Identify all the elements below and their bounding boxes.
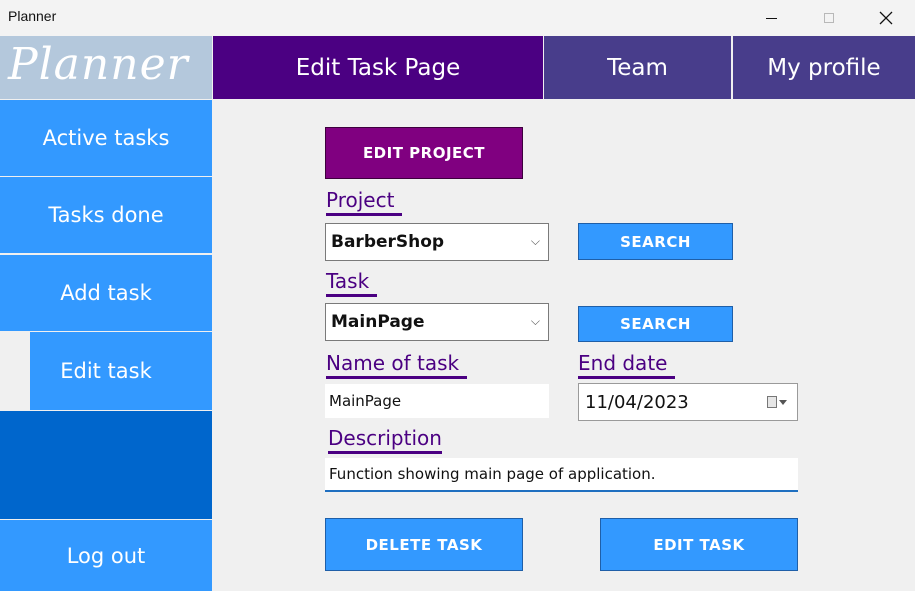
end-date-label: End date <box>578 350 676 379</box>
chevron-down-icon: ⌵ <box>530 234 540 248</box>
close-button[interactable] <box>857 0 915 36</box>
tab-team[interactable]: Team <box>544 36 731 99</box>
sidebar-item-tasks-done[interactable]: Tasks done <box>0 177 212 253</box>
maximize-button[interactable] <box>800 0 858 36</box>
sidebar-item-add-task[interactable]: Add task <box>0 255 212 331</box>
end-date-picker[interactable]: 11/04/2023 <box>578 383 798 421</box>
search-task-button[interactable]: SEARCH <box>578 306 733 342</box>
tab-my-profile[interactable]: My profile <box>733 36 915 99</box>
end-date-value: 11/04/2023 <box>585 391 689 413</box>
edit-task-button[interactable]: EDIT TASK <box>600 518 798 571</box>
app-logo: Planner <box>0 36 212 99</box>
window-title: Planner <box>8 8 57 24</box>
task-label: Task <box>326 268 378 297</box>
task-select[interactable]: MainPage ⌵ <box>325 303 549 341</box>
sidebar-spacer <box>0 411 212 519</box>
chevron-down-icon: ⌵ <box>530 314 540 328</box>
edit-project-button[interactable]: EDIT PROJECT <box>325 127 523 179</box>
name-of-task-label: Name of task <box>326 350 468 379</box>
maximize-icon <box>824 13 834 23</box>
project-select[interactable]: BarberShop ⌵ <box>325 223 549 261</box>
title-bar: Planner <box>0 0 915 36</box>
minimize-button[interactable] <box>742 0 800 36</box>
calendar-icon[interactable] <box>767 395 787 409</box>
close-icon <box>879 11 893 25</box>
logout-button[interactable]: Log out <box>0 520 212 591</box>
minimize-icon <box>765 17 777 19</box>
search-project-button[interactable]: SEARCH <box>578 223 733 260</box>
task-select-value: MainPage <box>331 312 425 332</box>
tab-edit-task-page[interactable]: Edit Task Page <box>213 36 543 99</box>
sidebar-item-edit-task[interactable]: Edit task <box>0 332 212 410</box>
sidebar-item-active-tasks[interactable]: Active tasks <box>0 100 212 176</box>
project-label: Project <box>326 187 403 216</box>
project-select-value: BarberShop <box>331 232 445 252</box>
description-input[interactable]: Function showing main page of applicatio… <box>325 458 798 492</box>
sidebar-active-indicator <box>0 332 30 410</box>
name-of-task-input[interactable]: MainPage <box>325 384 549 418</box>
delete-task-button[interactable]: DELETE TASK <box>325 518 523 571</box>
description-label: Description <box>328 425 442 454</box>
